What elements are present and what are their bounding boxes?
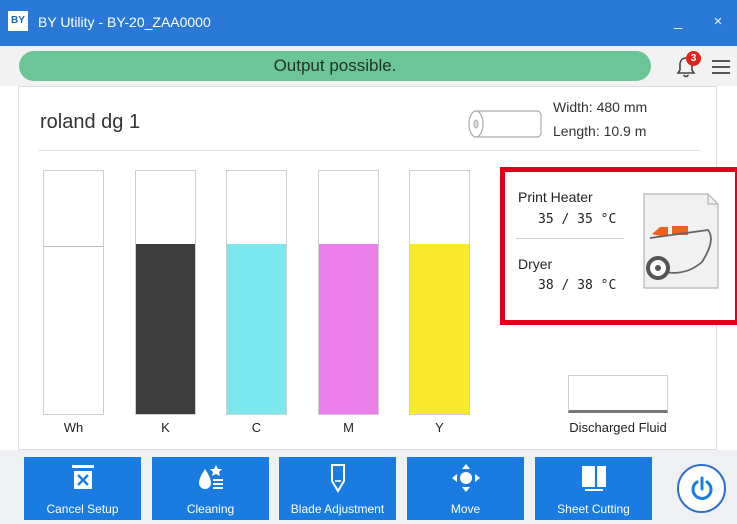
ink-label-k: K [161, 420, 170, 435]
heater-divider [516, 238, 624, 239]
bottom-toolbar: Cancel Setup Cleaning Blade Adjustment M… [0, 450, 737, 524]
print-heater-label: Print Heater [518, 189, 593, 205]
sheet-cutting-label: Sheet Cutting [557, 502, 630, 516]
ink-label-y: Y [435, 420, 444, 435]
cleaning-button[interactable]: Cleaning [152, 457, 269, 520]
power-button[interactable] [677, 464, 726, 513]
printer-name: roland dg 1 [40, 111, 141, 133]
move-button[interactable]: Move [407, 457, 524, 520]
menu-icon[interactable] [712, 59, 730, 75]
cancel-setup-label: Cancel Setup [46, 502, 119, 516]
media-length: Length: 10.9 m [553, 123, 647, 139]
cleaning-label: Cleaning [186, 502, 235, 516]
notification-badge: 3 [686, 51, 701, 66]
move-icon [451, 464, 480, 492]
ink-label-c: C [251, 420, 262, 435]
ink-label-wh: Wh [63, 420, 84, 435]
dryer-label: Dryer [518, 256, 553, 272]
ink-bar-y [409, 170, 470, 415]
ink-label-m: M [343, 420, 354, 435]
status-message: Output possible. [19, 51, 651, 81]
move-label: Move [450, 502, 481, 516]
discharged-fluid-label: Discharged Fluid [569, 420, 667, 435]
cancel-setup-button[interactable]: Cancel Setup [24, 457, 141, 520]
media-width: Width: 480 mm [553, 99, 648, 115]
divider [38, 150, 700, 151]
ink-bar-m [318, 170, 379, 415]
blade-adjustment-label: Blade Adjustment [290, 502, 385, 516]
discharged-fluid-gauge [568, 375, 668, 413]
blade-icon [330, 464, 345, 493]
media-roll-icon [468, 110, 542, 138]
title-bar: BY BY Utility - BY-20_ZAA0000 _ × [0, 0, 737, 46]
window-title: BY Utility - BY-20_ZAA0000 [38, 14, 211, 30]
power-icon [691, 476, 713, 500]
app-logo: BY [8, 11, 28, 31]
print-heater-value: 35 / 35 °C [538, 212, 617, 227]
ink-bar-wh [43, 170, 104, 415]
dryer-value: 38 / 38 °C [538, 278, 617, 293]
cleaning-icon [198, 465, 223, 489]
heater-diagram-icon [643, 193, 719, 289]
heater-panel[interactable]: Print Heater 35 / 35 °C Dryer 38 / 38 °C [500, 167, 737, 325]
blade-adjustment-button[interactable]: Blade Adjustment [279, 457, 396, 520]
printer-panel: roland dg 1 Width: 480 mm Length: 10.9 m… [18, 86, 737, 450]
sheet-cutting-button[interactable]: Sheet Cutting [535, 457, 652, 520]
minimize-button[interactable]: _ [664, 8, 692, 36]
close-button[interactable]: × [704, 8, 732, 36]
ink-bar-k [135, 170, 196, 415]
ink-bar-c [226, 170, 287, 415]
cancel-setup-icon [71, 465, 94, 489]
status-bar: Output possible. 3 [0, 46, 737, 86]
sheet-cutting-icon [581, 464, 606, 491]
